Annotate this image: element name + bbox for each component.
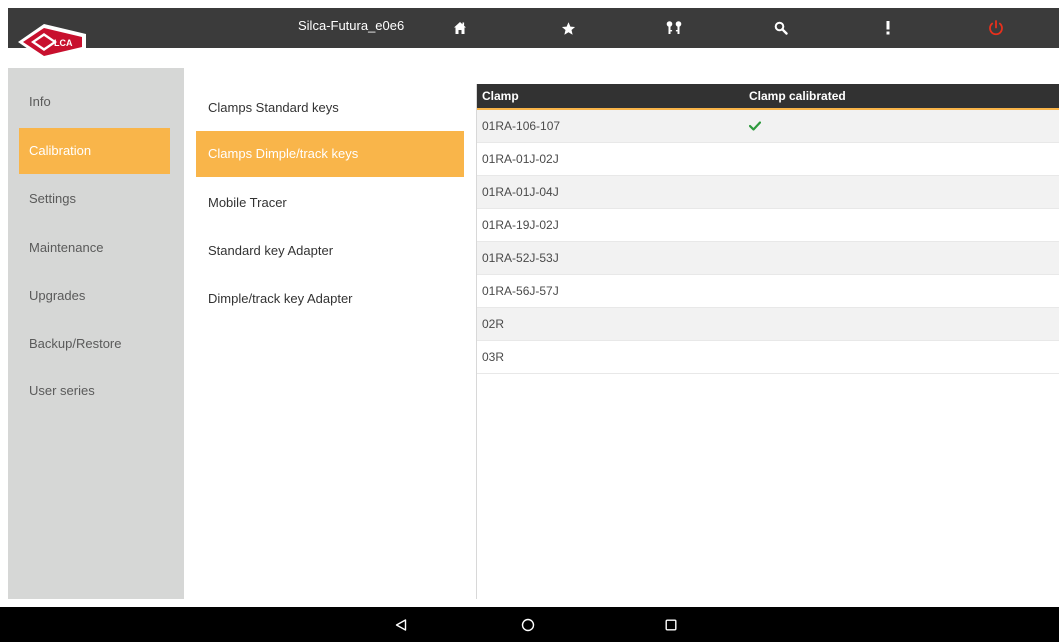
clamp-name: 01RA-01J-04J — [482, 185, 559, 199]
clamp-name: 02R — [482, 317, 505, 331]
submenu-item-clamps-standard-keys[interactable]: Clamps Standard keys — [196, 85, 464, 131]
sidebar-item-upgrades[interactable]: Upgrades — [19, 273, 170, 319]
column-header-clamp: Clamp — [482, 89, 519, 103]
home-icon[interactable] — [440, 8, 480, 48]
recents-icon[interactable] — [651, 607, 691, 642]
search-icon[interactable] — [761, 8, 801, 48]
home-circle-icon[interactable] — [508, 607, 548, 642]
top-bar: Silca-Futura_e0e6 — [8, 8, 1059, 48]
keys-icon[interactable] — [654, 8, 694, 48]
submenu-item-mobile-tracer[interactable]: Mobile Tracer — [196, 180, 464, 226]
star-icon[interactable] — [548, 8, 588, 48]
table-row[interactable]: 01RA-106-107 — [477, 110, 1059, 143]
clamp-name: 01RA-106-107 — [482, 119, 561, 133]
system-nav-bar — [0, 607, 1059, 642]
submenu-item-standard-key-adapter[interactable]: Standard key Adapter — [196, 228, 464, 274]
clamp-name: 03R — [482, 350, 505, 364]
table-row[interactable]: 01RA-52J-53J — [477, 242, 1059, 275]
submenu-item-clamps-dimple-track-keys[interactable]: Clamps Dimple/track keys — [196, 131, 464, 177]
svg-text:LCA: LCA — [54, 38, 73, 48]
table-header: Clamp Clamp calibrated — [477, 84, 1059, 110]
table-row[interactable]: 03R — [477, 341, 1059, 374]
more-icon[interactable] — [868, 8, 908, 48]
clamp-name: 01RA-01J-02J — [482, 152, 559, 166]
clamp-name: 01RA-56J-57J — [482, 284, 559, 298]
sidebar-item-calibration[interactable]: Calibration — [19, 128, 170, 174]
device-name: Silca-Futura_e0e6 — [298, 18, 405, 33]
silca-logo: LCA — [14, 20, 94, 64]
clamp-name: 01RA-19J-02J — [482, 218, 559, 232]
sidebar: Info Calibration Settings Maintenance Up… — [8, 68, 184, 599]
sidebar-item-backup-restore[interactable]: Backup/Restore — [19, 321, 170, 367]
table-row[interactable]: 01RA-19J-02J — [477, 209, 1059, 242]
back-icon[interactable] — [381, 607, 421, 642]
sidebar-item-maintenance[interactable]: Maintenance — [19, 225, 170, 271]
submenu-item-dimple-track-key-adapter[interactable]: Dimple/track key Adapter — [196, 276, 464, 322]
table-row[interactable]: 02R — [477, 308, 1059, 341]
column-header-clamp-calibrated: Clamp calibrated — [749, 89, 846, 103]
app-window: Silca-Futura_e0e6 LCA Info Calibration S… — [0, 0, 1059, 642]
sidebar-item-info[interactable]: Info — [19, 79, 170, 125]
sidebar-item-settings[interactable]: Settings — [19, 176, 170, 222]
table-row[interactable]: 01RA-56J-57J — [477, 275, 1059, 308]
calibrated-check-icon — [749, 110, 761, 142]
table-row[interactable]: 01RA-01J-04J — [477, 176, 1059, 209]
header-spacer — [8, 48, 1059, 68]
table-row[interactable]: 01RA-01J-02J — [477, 143, 1059, 176]
clamp-name: 01RA-52J-53J — [482, 251, 559, 265]
power-icon[interactable] — [976, 8, 1016, 48]
sidebar-item-user-series[interactable]: User series — [19, 368, 170, 414]
calibration-submenu: Clamps Standard keys Clamps Dimple/track… — [184, 68, 476, 599]
clamp-table: Clamp Clamp calibrated 01RA-106-107 01RA… — [477, 84, 1059, 374]
